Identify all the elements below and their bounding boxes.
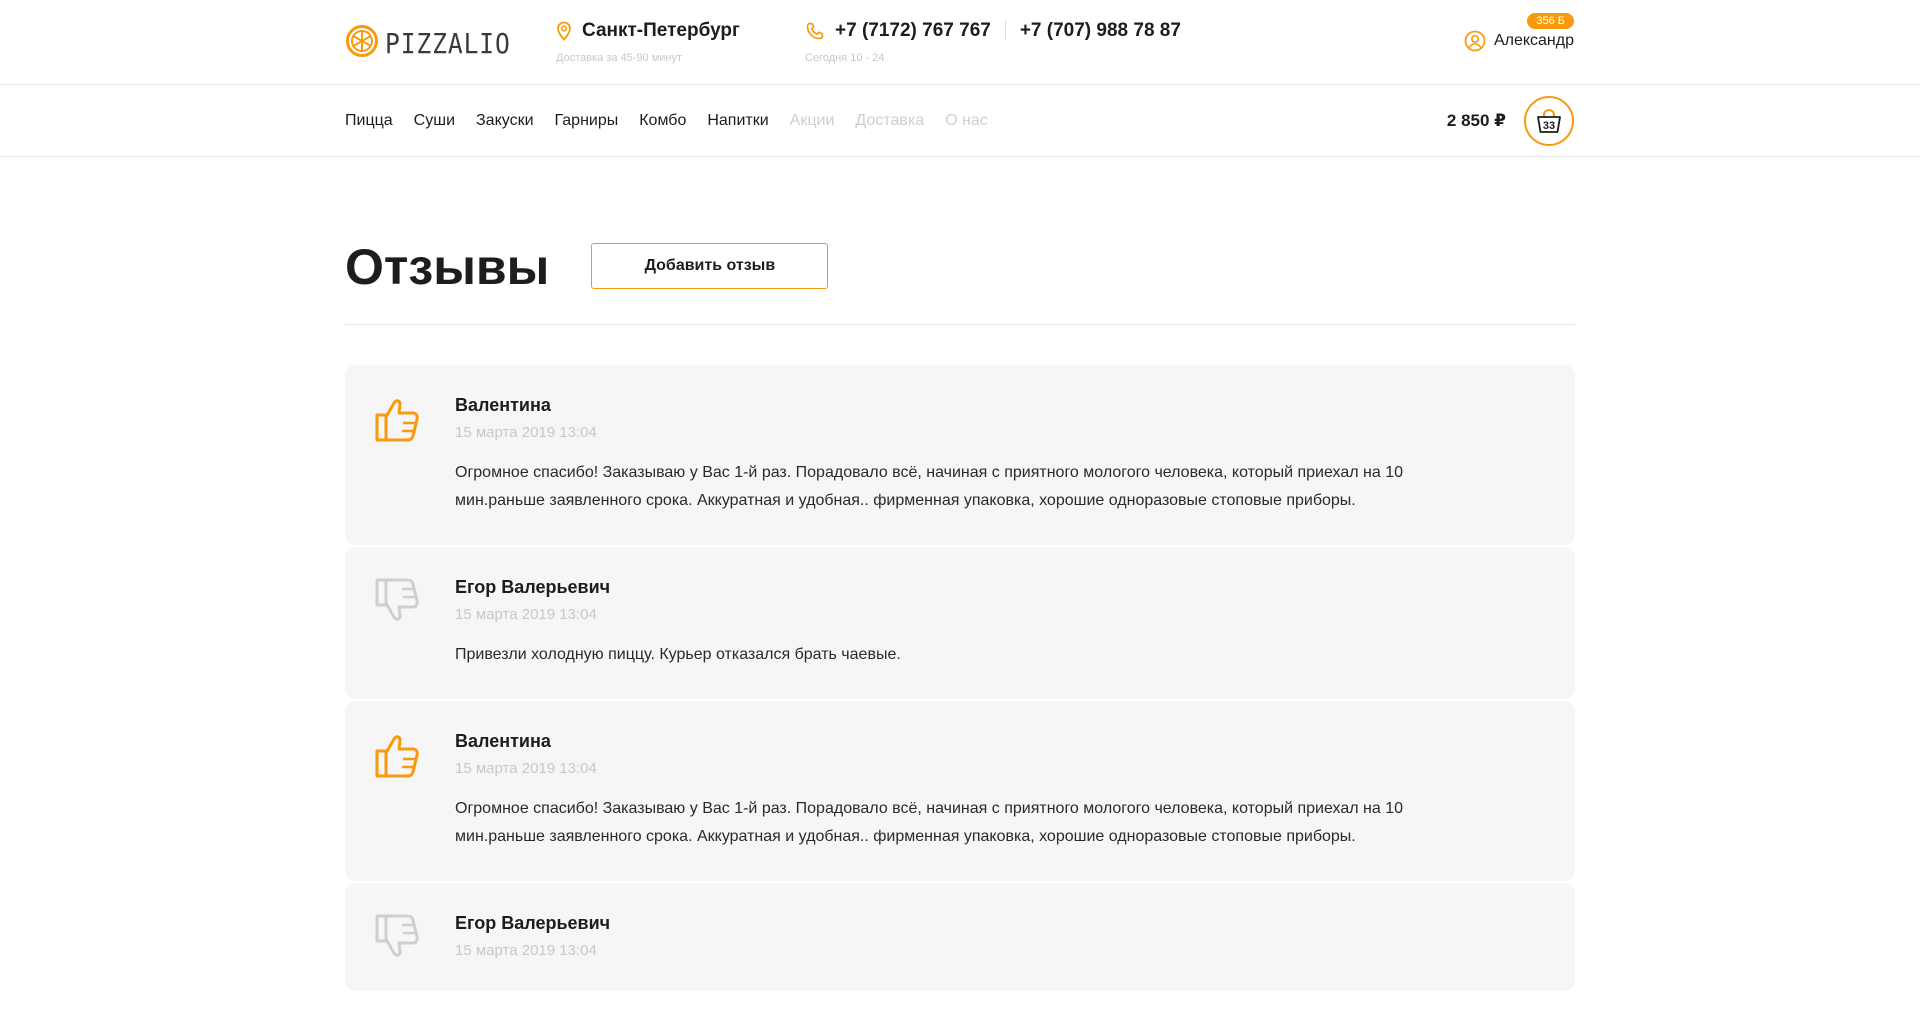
phones-block: +7 (7172) 767 767 +7 (707) 988 78 87 Сег… xyxy=(805,18,1181,64)
nav-item[interactable]: Акции xyxy=(790,112,835,130)
nav-item[interactable]: Суши xyxy=(414,112,455,130)
nav-item[interactable]: Гарниры xyxy=(555,112,619,130)
review-date: 15 марта 2019 13:04 xyxy=(455,424,597,441)
phone-link-2[interactable]: +7 (707) 988 78 87 xyxy=(1020,18,1181,44)
review-author: Валентина xyxy=(455,395,551,415)
user-name: Александр xyxy=(1493,32,1574,49)
phone-icon xyxy=(806,22,824,40)
user-icon xyxy=(1464,30,1486,52)
pizza-logo-icon xyxy=(345,24,379,63)
thumbs-up-icon xyxy=(373,393,425,450)
phone-link-1[interactable]: +7 (7172) 767 767 xyxy=(835,18,991,44)
review-author: Егор Валерьевич xyxy=(455,577,611,597)
logo-text: PIZZALIO xyxy=(385,26,511,60)
review-text: Огромное спасибо! Заказываю у Вас 1-й ра… xyxy=(455,464,1403,509)
review-date: 15 марта 2019 13:04 xyxy=(455,606,597,623)
nav-item[interactable]: Закуски xyxy=(476,112,534,130)
review-date: 15 марта 2019 13:04 xyxy=(455,760,597,777)
city-block: Санкт-Петербург Доставка за 45-90 минут xyxy=(556,18,740,64)
phone-divider xyxy=(1004,21,1006,41)
page-title: Отзывы xyxy=(345,239,550,295)
city-selector[interactable]: Санкт-Петербург xyxy=(556,18,740,44)
nav-item[interactable]: Пицца xyxy=(345,112,393,130)
main-nav-bar: Пицца Суши Закуски Гарниры Комбо Напитки Акции… xyxy=(0,85,1920,157)
review-card: Егор Валерьевич 15 марта 2019 13:04 Привез… xyxy=(345,547,1575,699)
location-pin-icon xyxy=(557,21,571,41)
review-author: Валентина xyxy=(455,731,551,751)
category-nav: Пицца Суши Закуски Гарниры Комбо Напитки Акции… xyxy=(345,85,1009,156)
delivery-time: Доставка за 45-90 минут xyxy=(556,52,683,64)
nav-item[interactable]: О нас xyxy=(945,112,988,130)
basket-icon: 33 xyxy=(1537,109,1561,133)
reviews-list: Валентина 15 марта 2019 13:04 Огромное спа… xyxy=(345,365,1575,993)
review-card: Валентина 15 марта 2019 13:04 Огромное спа… xyxy=(345,701,1575,881)
page-header: Отзывы Добавить отзыв xyxy=(345,230,1575,325)
cart-button[interactable]: 33 xyxy=(1524,96,1574,146)
user-account-link[interactable]: Александр xyxy=(1464,30,1574,52)
review-author: Егор Валерьевич xyxy=(455,913,611,933)
add-review-button[interactable]: Добавить отзыв xyxy=(591,243,829,289)
bonus-badge: 356 Б xyxy=(1527,13,1574,29)
nav-item[interactable]: Напитки xyxy=(707,112,768,130)
thumbs-down-icon xyxy=(373,911,425,968)
review-date: 15 марта 2019 13:04 xyxy=(455,942,597,959)
review-text: Огромное спасибо! Заказываю у Вас 1-й ра… xyxy=(455,800,1403,845)
review-card: Валентина 15 марта 2019 13:04 Огромное спа… xyxy=(345,365,1575,545)
review-card: Егор Валерьевич 15 марта 2019 13:04 xyxy=(345,883,1575,991)
thumbs-down-icon xyxy=(373,575,425,632)
review-text: Привезли холодную пиццу. Курьер отказалс… xyxy=(455,646,901,663)
nav-item[interactable]: Доставка xyxy=(855,112,924,130)
logo[interactable]: PIZZALIO xyxy=(345,24,528,63)
thumbs-up-icon xyxy=(373,729,425,786)
city-name: Санкт-Петербург xyxy=(582,20,740,41)
working-hours: Сегодня 10 - 24 xyxy=(805,52,885,64)
cart-total: 2 850 ₽ xyxy=(1446,111,1506,130)
nav-item[interactable]: Комбо xyxy=(639,112,686,130)
cart-count: 33 xyxy=(1543,120,1555,132)
top-header: PIZZALIO Санкт-Петербург Доставка за 45-… xyxy=(0,0,1920,85)
